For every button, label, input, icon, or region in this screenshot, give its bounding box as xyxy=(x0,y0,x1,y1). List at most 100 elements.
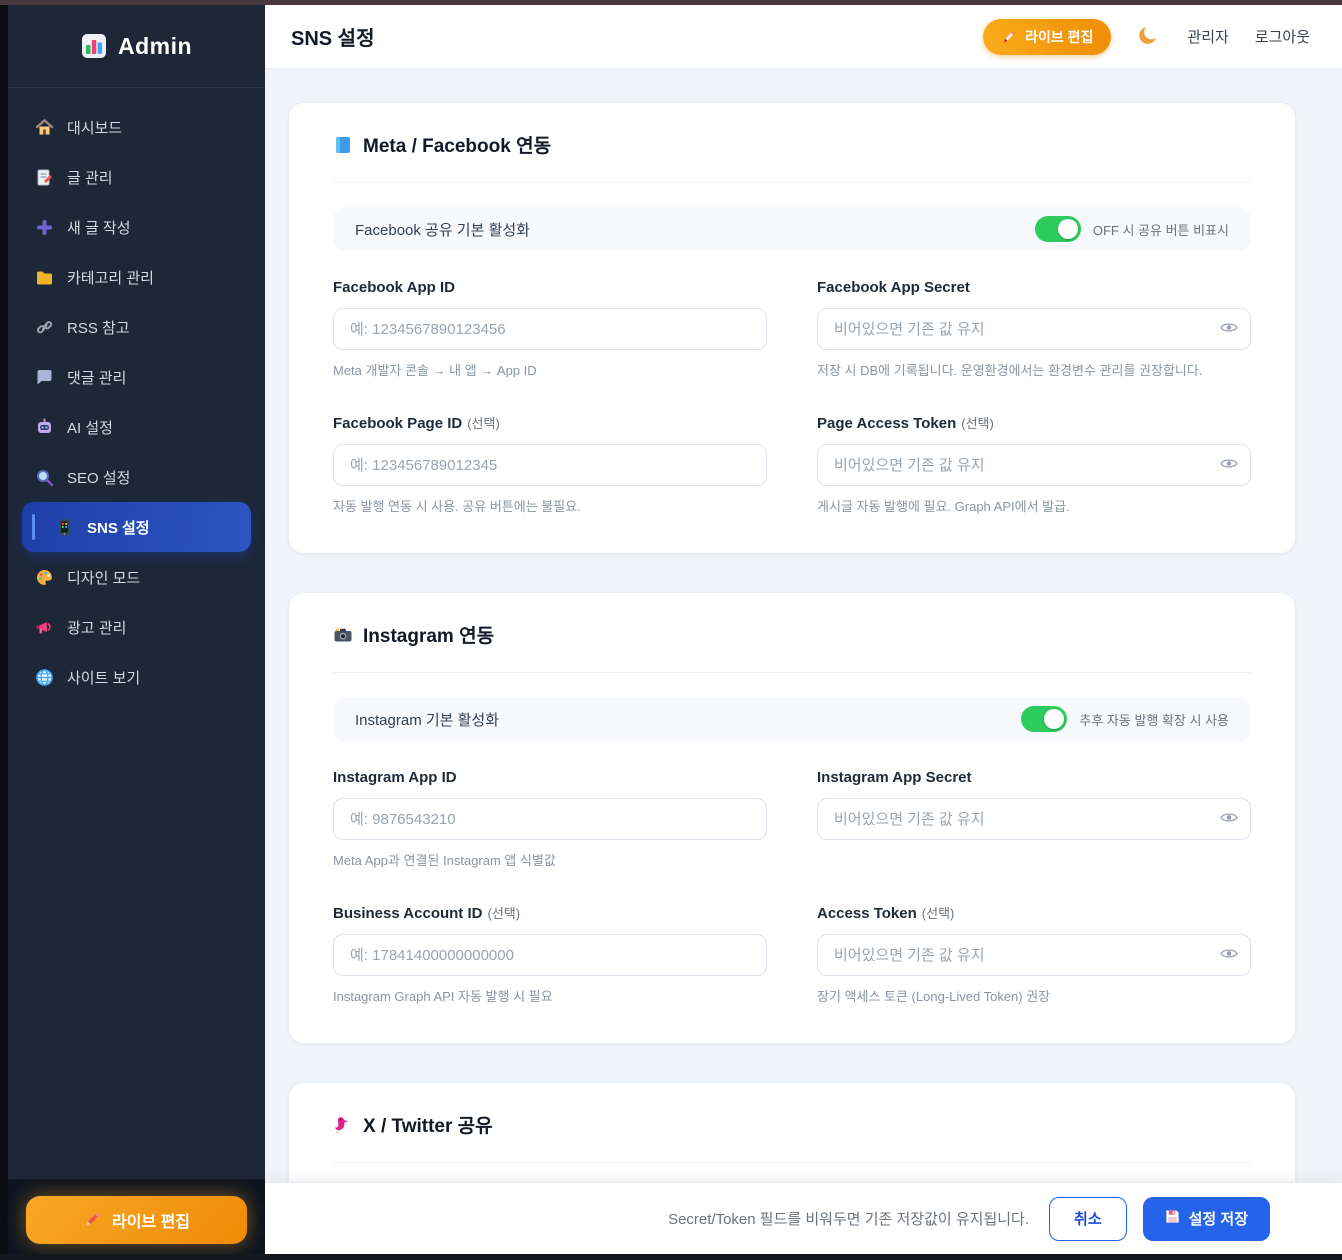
plus-icon xyxy=(35,218,54,237)
reveal-secret-button[interactable] xyxy=(1220,457,1238,473)
theme-toggle-button[interactable] xyxy=(1137,23,1161,50)
sidebar-item-label: 카테고리 관리 xyxy=(67,267,154,288)
field-helper: Meta App과 연결된 Instagram 앱 식별값 xyxy=(333,850,767,869)
bar-chart-logo-icon xyxy=(81,33,107,59)
save-label: 설정 저장 xyxy=(1189,1208,1248,1229)
field-helper: 자동 발행 연동 시 사용. 공유 버튼에는 불필요. xyxy=(333,496,767,515)
sidebar-item-sns-settings[interactable]: SNS 설정 xyxy=(22,502,251,552)
comment-icon xyxy=(35,368,54,387)
sidebar-item-view-site[interactable]: 사이트 보기 xyxy=(22,652,251,702)
instagram-app-id-input[interactable] xyxy=(333,798,767,840)
header-actions: 라이브 편집 관리자 로그아웃 xyxy=(983,19,1310,55)
mobile-icon xyxy=(55,518,74,537)
search-icon xyxy=(35,468,54,487)
sidebar-item-label: 사이트 보기 xyxy=(67,667,140,688)
instagram-enable-row: Instagram 기본 활성화 추후 자동 발행 확장 시 사용 xyxy=(333,697,1251,741)
save-settings-button[interactable]: 설정 저장 xyxy=(1143,1197,1270,1241)
sidebar-item-label: 새 글 작성 xyxy=(67,217,131,238)
content-area: SNS 설정 라이브 편집 관리자 로그아웃 Meta / Facebook 연… xyxy=(265,5,1342,1260)
eye-icon xyxy=(1220,321,1238,337)
reveal-secret-button[interactable] xyxy=(1220,321,1238,337)
field-helper: 장기 액세스 토큰 (Long-Lived Token) 권장 xyxy=(817,986,1251,1005)
toggle-knob xyxy=(1044,709,1064,729)
globe-icon xyxy=(35,668,54,687)
optional-tag: (선택) xyxy=(467,416,500,431)
robot-icon xyxy=(35,418,54,437)
sidebar-item-label: SEO 설정 xyxy=(67,467,130,488)
sidebar-item-rss[interactable]: RSS 참고 xyxy=(22,302,251,352)
toggle-note: OFF 시 공유 버튼 비표시 xyxy=(1093,220,1229,239)
instagram-app-secret-input[interactable] xyxy=(817,798,1251,840)
sidebar-item-ai-settings[interactable]: AI 설정 xyxy=(22,402,251,452)
reveal-secret-button[interactable] xyxy=(1220,947,1238,963)
facebook-enable-row: Facebook 공유 기본 활성화 OFF 시 공유 버튼 비표시 xyxy=(333,207,1251,251)
facebook-page-id-input[interactable] xyxy=(333,444,767,486)
sidebar-item-label: 디자인 모드 xyxy=(67,567,140,588)
logout-button[interactable]: 로그아웃 xyxy=(1255,26,1310,47)
field-label: Facebook App Secret xyxy=(817,279,970,296)
eye-icon xyxy=(1220,457,1238,473)
facebook-app-id-input[interactable] xyxy=(333,308,767,350)
toggle-right: OFF 시 공유 버튼 비표시 xyxy=(1035,216,1229,242)
cancel-button[interactable]: 취소 xyxy=(1049,1197,1127,1241)
save-bar: Secret/Token 필드를 비워두면 기존 저장값이 유지됩니다. 취소 … xyxy=(265,1182,1342,1254)
folder-icon xyxy=(35,268,54,287)
sidebar-item-ads[interactable]: 광고 관리 xyxy=(22,602,251,652)
toggle-right: 추후 자동 발행 확장 시 사용 xyxy=(1021,706,1229,732)
instagram-enable-toggle[interactable] xyxy=(1021,706,1067,732)
moon-icon xyxy=(1137,23,1161,50)
sidebar-item-posts[interactable]: 글 관리 xyxy=(22,152,251,202)
browser-bottom-strip xyxy=(0,1254,1342,1260)
toggle-label: Instagram 기본 활성화 xyxy=(355,709,499,730)
pencil-icon xyxy=(1001,29,1017,45)
business-account-id-input[interactable] xyxy=(333,934,767,976)
optional-tag: (선택) xyxy=(487,906,520,921)
eye-icon xyxy=(1220,811,1238,827)
home-icon xyxy=(35,118,54,137)
access-token-input[interactable] xyxy=(817,934,1251,976)
page-access-token-input[interactable] xyxy=(817,444,1251,486)
facebook-fields-grid: Facebook App ID Meta 개발자 콘솔 → 내 앱 → App … xyxy=(333,279,1251,515)
sidebar-item-comments[interactable]: 댓글 관리 xyxy=(22,352,251,402)
sidebar-item-label: 댓글 관리 xyxy=(67,367,126,388)
field-page-access-token: Page Access Token(선택) 게시글 자동 발행에 필요. Gra… xyxy=(817,413,1251,515)
sidebar-item-new-post[interactable]: 새 글 작성 xyxy=(22,202,251,252)
field-label: Facebook Page ID xyxy=(333,415,462,432)
floppy-disk-icon xyxy=(1165,1209,1180,1228)
sidebar-item-seo-settings[interactable]: SEO 설정 xyxy=(22,452,251,502)
save-note: Secret/Token 필드를 비워두면 기존 저장값이 유지됩니다. xyxy=(668,1208,1029,1229)
palette-icon xyxy=(35,568,54,587)
field-label: Facebook App ID xyxy=(333,279,455,296)
pencil-icon xyxy=(83,1210,102,1229)
reveal-secret-button[interactable] xyxy=(1220,811,1238,827)
sidebar-item-categories[interactable]: 카테고리 관리 xyxy=(22,252,251,302)
card-title-row: X / Twitter 공유 xyxy=(333,1111,1251,1138)
card-title: Meta / Facebook 연동 xyxy=(363,131,551,158)
sidebar-item-label: 광고 관리 xyxy=(67,617,126,638)
card-title: Instagram 연동 xyxy=(363,621,494,648)
optional-tag: (선택) xyxy=(961,416,994,431)
field-facebook-page-id: Facebook Page ID (선택) 자동 발행 연동 시 사용. 공유 버… xyxy=(333,413,767,515)
admin-user-label: 관리자 xyxy=(1187,26,1228,47)
facebook-app-secret-input[interactable] xyxy=(817,308,1251,350)
sidebar: Admin 대시보드 글 관리 새 글 작성 카테고리 관리 RSS 참고 xyxy=(0,5,265,1260)
settings-main: Meta / Facebook 연동 Facebook 공유 기본 활성화 OF… xyxy=(265,69,1342,1260)
sidebar-item-dashboard[interactable]: 대시보드 xyxy=(22,102,251,152)
field-business-account-id: Business Account ID(선택) Instagram Graph … xyxy=(333,903,767,1005)
eye-icon xyxy=(1220,947,1238,963)
facebook-share-toggle[interactable] xyxy=(1035,216,1081,242)
brand-name: Admin xyxy=(118,33,192,60)
field-helper: 게시글 자동 발행에 필요. Graph API에서 발급. xyxy=(817,496,1251,515)
sidebar-item-label: SNS 설정 xyxy=(87,517,150,538)
instagram-fields-grid: Instagram App ID Meta App과 연결된 Instagram… xyxy=(333,769,1251,1005)
live-edit-button-sidebar[interactable]: 라이브 편집 xyxy=(26,1196,247,1244)
bird-icon xyxy=(333,1115,353,1135)
toggle-note: 추후 자동 발행 확장 시 사용 xyxy=(1079,710,1229,729)
sidebar-item-design-mode[interactable]: 디자인 모드 xyxy=(22,552,251,602)
card-title-row: Meta / Facebook 연동 xyxy=(333,131,1251,158)
megaphone-icon xyxy=(35,618,54,637)
live-edit-button-header[interactable]: 라이브 편집 xyxy=(983,19,1111,55)
sidebar-footer: 라이브 편집 xyxy=(8,1178,265,1260)
field-label: Instagram App ID xyxy=(333,769,457,786)
sidebar-item-label: 대시보드 xyxy=(67,117,122,138)
